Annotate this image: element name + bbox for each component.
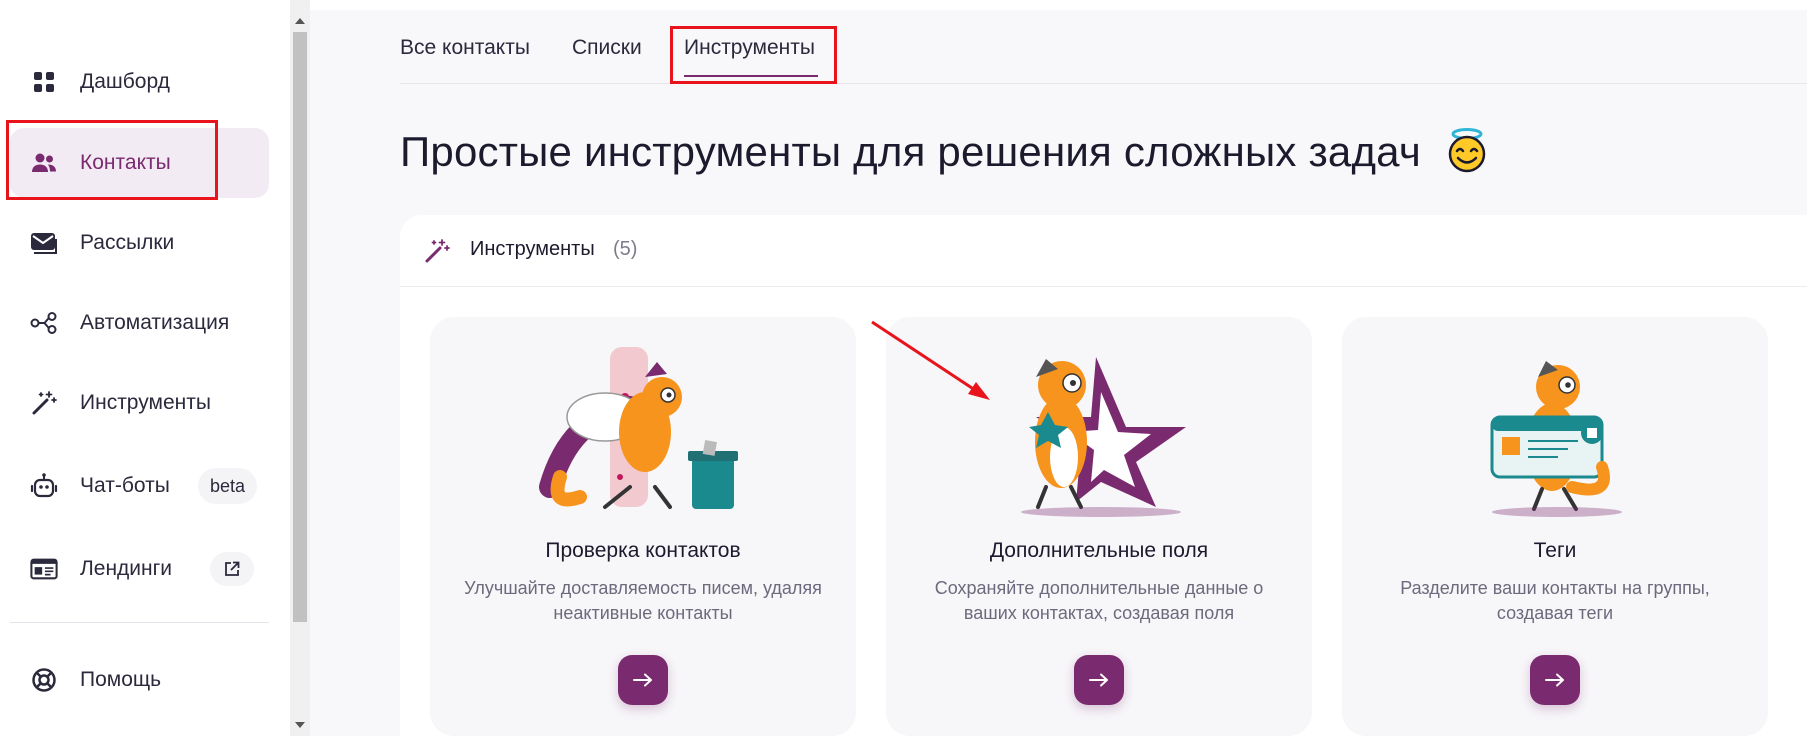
beta-badge: beta: [198, 468, 258, 504]
sidebar-item-label: Рассылки: [80, 231, 175, 254]
sidebar-item-label: Автоматизация: [80, 311, 230, 334]
page-title: Простые инструменты для решения сложных …: [400, 126, 1491, 184]
sidebar-item-label: Лендинги: [80, 557, 173, 580]
open-extra-fields-button[interactable]: [1074, 655, 1124, 705]
card-description: Улучшайте доставляемость писем, удаляя н…: [464, 578, 822, 623]
open-tags-button[interactable]: [1530, 655, 1580, 705]
landing-icon: [30, 555, 58, 583]
sidebar-scrollbar[interactable]: [290, 0, 310, 736]
automation-icon: [30, 309, 58, 337]
external-link-icon[interactable]: [210, 552, 254, 586]
sidebar-item-automation[interactable]: Автоматизация: [10, 288, 269, 358]
tab-lists[interactable]: Списки: [572, 36, 642, 60]
fox-with-broom-illustration: [430, 337, 856, 517]
magic-wand-icon: [424, 238, 450, 269]
fox-with-tag-card-illustration: [1342, 337, 1768, 517]
sidebar-item-dashboard[interactable]: Дашборд: [10, 47, 269, 117]
fox-with-star-illustration: [886, 337, 1312, 517]
sidebar-item-label: Инструменты: [80, 391, 211, 414]
sidebar-item-label: Дашборд: [80, 70, 170, 93]
sidebar-item-help[interactable]: Помощь: [10, 645, 269, 715]
arrow-right-icon: [1089, 673, 1108, 687]
sidebar: Дашборд Контакты Рассылки Автоматизация …: [0, 0, 290, 736]
tool-card-tags[interactable]: Теги Разделите ваши контакты на группы, …: [1342, 317, 1768, 736]
tab-tools[interactable]: Инструменты: [684, 36, 815, 60]
scrollbar-thumb[interactable]: [293, 32, 307, 622]
sidebar-item-contacts[interactable]: Контакты: [10, 128, 269, 198]
scroll-up-arrow-icon[interactable]: [295, 18, 305, 24]
help-icon: [30, 666, 58, 694]
scroll-down-arrow-icon[interactable]: [295, 722, 305, 728]
tool-card-contact-check[interactable]: Проверка контактов Улучшайте доставляемо…: [430, 317, 856, 736]
arrow-right-icon: [633, 673, 652, 687]
contacts-icon: [30, 149, 58, 177]
tools-panel-header: Инструменты (5): [400, 215, 1807, 287]
sidebar-item-label: Контакты: [80, 151, 171, 174]
card-description: Сохраняйте дополнительные данные о ваших…: [934, 578, 1264, 623]
tools-panel-count: (5): [613, 238, 638, 260]
dashboard-icon: [30, 68, 58, 96]
card-description: Разделите ваши контакты на группы, созда…: [1400, 578, 1710, 623]
tab-all-contacts[interactable]: Все контакты: [400, 36, 530, 60]
tab-bar: Все контакты Списки Инструменты: [400, 36, 1807, 84]
sidebar-item-chatbots[interactable]: Чат-боты beta: [10, 451, 269, 521]
arrow-right-icon: [1545, 673, 1564, 687]
open-contact-check-button[interactable]: [618, 655, 668, 705]
card-title: Проверка контактов: [545, 539, 741, 562]
tool-card-extra-fields[interactable]: Дополнительные поля Сохраняйте дополните…: [886, 317, 1312, 736]
sidebar-item-landings[interactable]: Лендинги: [10, 534, 269, 604]
mail-icon: [30, 229, 58, 257]
bot-icon: [30, 472, 58, 500]
sidebar-item-campaigns[interactable]: Рассылки: [10, 208, 269, 278]
tools-panel-title: Инструменты: [470, 238, 595, 260]
sidebar-item-tools[interactable]: Инструменты: [10, 368, 269, 438]
smiling-face-with-halo-icon: [1443, 126, 1491, 184]
sidebar-item-label: Чат-боты: [80, 474, 170, 497]
sidebar-divider: [10, 622, 269, 623]
page-title-text: Простые инструменты для решения сложных …: [400, 128, 1421, 176]
card-title: Теги: [1533, 539, 1577, 562]
card-title: Дополнительные поля: [989, 539, 1209, 562]
magic-wand-icon: [30, 389, 58, 417]
active-tab-underline: [684, 75, 818, 77]
sidebar-item-label: Помощь: [80, 668, 162, 691]
